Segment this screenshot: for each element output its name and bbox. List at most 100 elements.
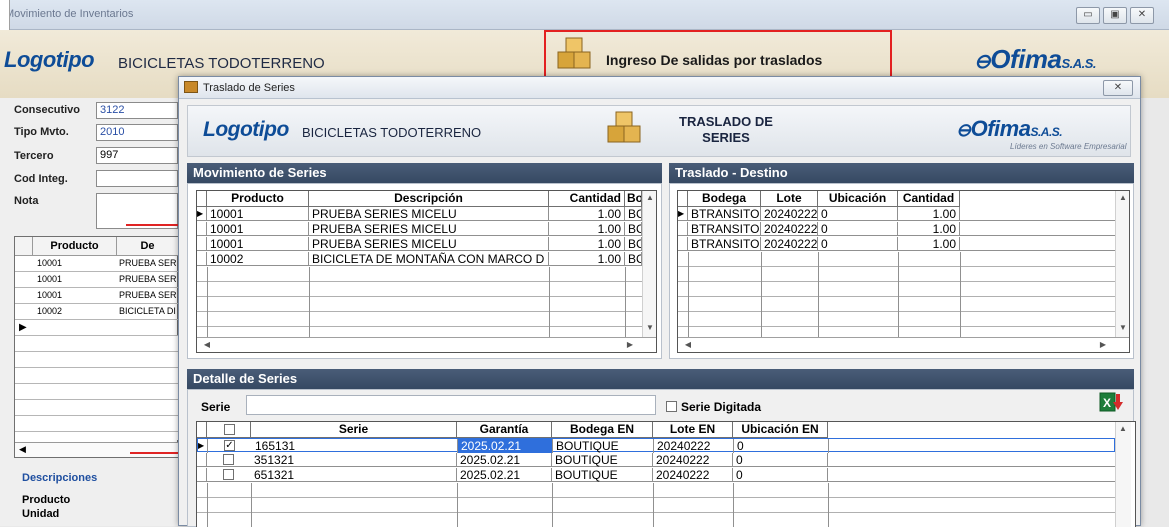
cell-lote: 20240222 [761, 207, 818, 221]
tercero-field[interactable]: 997 [96, 147, 178, 164]
background-products-grid: Producto De 10001 PRUEBA SER 10001 PRUEB… [14, 236, 179, 458]
cell-lote-en: 20240222 [653, 468, 733, 482]
row-checkbox[interactable]: ✓ [224, 440, 235, 451]
table-row[interactable]: 351321 2025.02.21 BOUTIQUE 20240222 0 [197, 453, 1115, 467]
maximize-button[interactable]: ▣ [1103, 7, 1127, 24]
boxes-icon [557, 37, 591, 69]
table-row[interactable]: 10002 BICICLETA DI [15, 304, 179, 320]
traslado-vscroll[interactable]: ▲ ▼ [1115, 191, 1129, 337]
empty-rows [678, 252, 1115, 337]
cell-serie: 351321 [251, 453, 457, 467]
excel-export-icon[interactable]: X [1099, 391, 1125, 415]
col-descripcion[interactable]: Descripción [309, 191, 549, 207]
brand-name: Ofima [990, 44, 1062, 74]
table-row[interactable]: 10002 BICICLETA DE MONTAÑA CON MARCO D 1… [197, 252, 642, 266]
cell-producto: 10002 [207, 252, 309, 266]
cod-integ-field[interactable] [96, 170, 178, 187]
table-row[interactable]: 10001 PRUEBA SERIES MICELU 1.00 BC [197, 237, 642, 251]
cell-ubicacion: 0 [818, 207, 898, 221]
detalle-vscroll[interactable]: ▲ [1115, 422, 1131, 527]
row-indicator [678, 222, 688, 236]
col-serie[interactable]: Serie [251, 422, 457, 438]
scroll-left-icon[interactable]: ◀ [200, 338, 214, 352]
col-cantidad[interactable]: Cantidad [898, 191, 960, 207]
bg-grid-hscroll[interactable]: ◀ [15, 442, 179, 457]
detalle-grid: Serie Garantía Bodega EN Lote EN Ubicaci… [196, 421, 1136, 527]
serie-digitada-checkbox[interactable] [666, 401, 677, 412]
scroll-right-icon[interactable]: ▶ [623, 338, 637, 352]
col-bodega[interactable]: Bo [625, 191, 642, 207]
brand-suffix: S.A.S. [1030, 125, 1063, 139]
table-row[interactable]: 10001 PRUEBA SERIES MICELU 1.00 BC [197, 222, 642, 236]
dialog-ofima-logo: ⊖OfimaS.A.S. [956, 116, 1063, 141]
tipo-mvto-label: Tipo Mvto. [14, 126, 69, 138]
col-bodega[interactable]: Bodega [688, 191, 761, 207]
col-ubicacion[interactable]: Ubicación [818, 191, 898, 207]
cell-bodega: BC [625, 207, 642, 221]
cell-bodega: BTRANSITO [688, 207, 761, 221]
cell-bodega: BC [625, 222, 642, 236]
boxes-icon [607, 111, 641, 143]
serie-label: Serie [201, 400, 231, 414]
bg-cell-desc: PRUEBA SER [119, 258, 177, 268]
traslado-hscroll[interactable]: ◀ ▶ [678, 337, 1129, 352]
table-row[interactable]: BTRANSITO 20240222 0 1.00 [678, 222, 1115, 236]
cell-descripcion: PRUEBA SERIES MICELU [309, 207, 549, 221]
scroll-right-icon[interactable]: ▶ [1096, 338, 1110, 352]
cell-cantidad: 1.00 [549, 252, 625, 266]
serie-input[interactable] [246, 395, 656, 415]
cell-lote: 20240222 [761, 237, 818, 251]
table-row[interactable]: 10001 PRUEBA SER [15, 256, 179, 272]
cell-cantidad: 1.00 [898, 207, 960, 221]
scroll-up-icon[interactable]: ▲ [1116, 191, 1129, 205]
scroll-up-icon[interactable]: ▲ [1116, 422, 1130, 436]
col-cantidad[interactable]: Cantidad [549, 191, 625, 207]
cell-lote-en: 20240222 [654, 439, 734, 453]
cell-bodega-en: BOUTIQUE [553, 439, 654, 453]
col-garantia[interactable]: Garantía [457, 422, 552, 438]
row-checkbox[interactable] [223, 469, 234, 480]
movimiento-vscroll[interactable]: ▲ ▼ [642, 191, 656, 337]
detalle-section-title: Detalle de Series [187, 369, 1134, 389]
col-lote-en[interactable]: Lote EN [653, 422, 733, 438]
table-row[interactable]: BTRANSITO 20240222 0 1.00 [678, 237, 1115, 251]
movimiento-hscroll[interactable]: ◀ ▶ [197, 337, 656, 352]
table-row[interactable]: 10001 PRUEBA SER [15, 272, 179, 288]
bg-col-descripcion[interactable]: De [117, 237, 179, 256]
tipo-mvto-field[interactable]: 2010 [96, 124, 178, 141]
table-row[interactable]: 651321 2025.02.21 BOUTIQUE 20240222 0 [197, 468, 1115, 482]
company-name: BICICLETAS TODOTERRENO [118, 55, 325, 72]
table-row[interactable]: ▶ [15, 320, 179, 336]
cell-ubicacion-en: 0 [733, 453, 828, 467]
row-checkbox[interactable] [223, 454, 234, 465]
descripcion-unidad-label: Unidad [22, 508, 60, 520]
dialog-logo: Logotipo [203, 118, 289, 141]
table-row[interactable]: ▶ BTRANSITO 20240222 0 1.00 [678, 207, 1115, 221]
close-button[interactable]: ✕ [1130, 7, 1154, 24]
row-indicator [197, 468, 207, 482]
table-row-selected[interactable]: ▶ ✓ 165131 2025.02.21 BOUTIQUE 20240222 … [197, 438, 1115, 453]
dialog-close-button[interactable]: ✕ [1103, 80, 1133, 96]
col-producto[interactable]: Producto [207, 191, 309, 207]
select-all-checkbox[interactable] [224, 424, 235, 435]
table-row[interactable]: ▶ 10001 PRUEBA SERIES MICELU 1.00 BC [197, 207, 642, 221]
row-indicator-icon: ▶ [198, 439, 208, 453]
cell-descripcion: PRUEBA SERIES MICELU [309, 222, 549, 236]
table-row[interactable]: 10001 PRUEBA SER [15, 288, 179, 304]
col-lote[interactable]: Lote [761, 191, 818, 207]
bg-col-producto[interactable]: Producto [33, 237, 117, 256]
bg-cell-producto: 10001 [37, 290, 63, 300]
scroll-left-icon[interactable]: ◀ [19, 444, 26, 455]
scroll-down-icon[interactable]: ▼ [643, 321, 656, 335]
scroll-left-icon[interactable]: ◀ [681, 338, 695, 352]
cell-lote-en: 20240222 [653, 453, 733, 467]
col-bodega-en[interactable]: Bodega EN [552, 422, 653, 438]
minimize-button[interactable]: ▭ [1076, 7, 1100, 24]
scroll-down-icon[interactable]: ▼ [1116, 321, 1129, 335]
col-ubicacion-en[interactable]: Ubicación EN [733, 422, 828, 438]
consecutivo-field[interactable]: 3122 [96, 102, 178, 119]
scroll-up-icon[interactable]: ▲ [643, 191, 656, 205]
grid-corner [678, 191, 688, 207]
descripciones-title: Descripciones [22, 472, 98, 484]
col-check[interactable] [207, 422, 251, 438]
